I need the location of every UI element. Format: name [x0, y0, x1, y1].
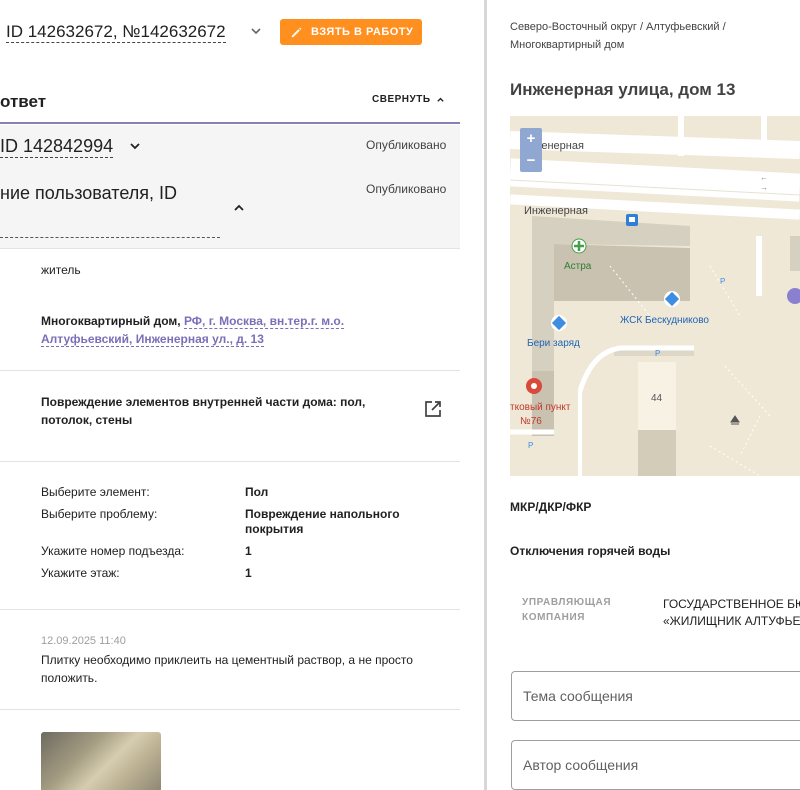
management-company-label: УПРАВЛЯЮЩАЯ КОМПАНИЯ	[522, 595, 632, 625]
user-message-underline	[0, 237, 220, 238]
repair-program-label: МКР/ДКР/ФКР	[510, 500, 592, 514]
comment-text: Плитку необходимо приклеить на цементный…	[41, 651, 451, 687]
request-panel: ID 142632672, №142632672 ВЗЯТЬ В РАБОТУ …	[0, 0, 460, 790]
object-type: Многоквартирный дом,	[41, 314, 184, 328]
collapse-label: СВЕРНУТЬ	[372, 94, 431, 105]
direction-arrow-icon: →	[760, 183, 768, 192]
map-canvas: 44 Инженерная Инженерная Астра ЖСК Беску…	[510, 116, 800, 476]
divider	[0, 461, 460, 462]
chevron-up-icon[interactable]	[232, 201, 246, 215]
response-block: ID 142842994 Опубликовано ние пользовате…	[0, 125, 460, 249]
poi-label: Астра	[564, 261, 592, 272]
response-id-link[interactable]: ID 142842994	[0, 135, 114, 158]
field-label: Выберите элемент:	[41, 485, 150, 499]
applicant-role: житель	[41, 263, 81, 277]
address-link-line2[interactable]: Алтуфьевский, Инженерная ул., д. 13	[41, 332, 264, 347]
object-address: Многоквартирный дом, РФ, г. Москва, вн.т…	[41, 312, 401, 348]
divider	[0, 370, 460, 371]
attachment-photo[interactable]	[41, 732, 161, 790]
problem-line1: Повреждение элементов внутренней части д…	[41, 395, 366, 409]
chevron-down-icon[interactable]	[128, 139, 142, 153]
zoom-out-button[interactable]: −	[520, 150, 542, 172]
problem-category: Повреждение элементов внутренней части д…	[41, 393, 401, 429]
collapse-button[interactable]: СВЕРНУТЬ	[372, 94, 445, 105]
breadcrumb-line1[interactable]: Северо-Восточный округ / Алтуфьевский /	[510, 21, 726, 33]
take-to-work-button[interactable]: ВЗЯТЬ В РАБОТУ	[280, 19, 422, 45]
status-badge: Опубликовано	[366, 182, 447, 196]
hot-water-outage-label: Отключения горячей воды	[510, 544, 671, 558]
breadcrumb-line2[interactable]: Многоквартирный дом	[510, 39, 624, 51]
parking-icon: P	[720, 277, 725, 286]
direction-arrow-icon: ←	[760, 173, 768, 182]
field-value: Повреждение напольного покрытия	[245, 507, 400, 536]
field-value: 1	[245, 566, 252, 580]
poi-label: ЖСК Бескудниково	[620, 315, 709, 326]
field-value: 1	[245, 544, 252, 558]
parking-icon: P	[528, 441, 533, 450]
field-label: Укажите номер подъезда:	[41, 544, 185, 558]
address-link-line1[interactable]: РФ, г. Москва, вн.тер.г. м.о.	[183, 314, 345, 329]
comment-line2: положить.	[41, 671, 98, 685]
uk-value-line2: «ЖИЛИЩНИК АЛТУФЬЕ	[663, 614, 800, 628]
parking-icon: P	[655, 349, 660, 358]
field-label: Выберите проблему:	[41, 507, 158, 521]
management-company-value: ГОСУДАРСТВЕННОЕ БЮ «ЖИЛИЩНИК АЛТУФЬЕ	[663, 596, 800, 630]
poi-label: Бери заряд	[527, 338, 580, 349]
field-label: Укажите этаж:	[41, 566, 120, 580]
pencil-icon	[291, 27, 302, 37]
uk-label-line1: УПРАВЛЯЮЩАЯ	[522, 597, 612, 608]
open-external-icon[interactable]	[424, 400, 442, 418]
request-header: ID 142632672, №142632672 ВЗЯТЬ В РАБОТУ	[0, 14, 460, 50]
comment-line1: Плитку необходимо приклеить на цементный…	[41, 653, 413, 667]
breadcrumb: Северо-Восточный округ / Алтуфьевский / …	[510, 18, 790, 54]
comment-timestamp: 12.09.2025 11:40	[41, 635, 126, 647]
uk-label-line2: КОМПАНИЯ	[522, 612, 586, 623]
chevron-down-icon[interactable]	[249, 24, 263, 38]
request-title[interactable]: ID 142632672, №142632672	[6, 22, 226, 43]
map[interactable]: 44 Инженерная Инженерная Астра ЖСК Беску…	[510, 116, 800, 476]
subject-input[interactable]	[512, 672, 800, 720]
author-input[interactable]	[512, 741, 800, 789]
street-label: Инженерная	[524, 205, 588, 217]
field-value: Пол	[245, 485, 269, 499]
problem-line2: потолок, стены	[41, 413, 133, 427]
building-number: 44	[651, 393, 663, 404]
uk-value-line1: ГОСУДАРСТВЕННОЕ БЮ	[663, 597, 800, 611]
answer-section-header: ответ СВЕРНУТЬ	[0, 80, 460, 124]
author-field	[511, 740, 800, 790]
poi-label: тковый пункт	[510, 402, 571, 413]
poi-label: №76	[520, 416, 542, 427]
status-badge: Опубликовано	[366, 138, 447, 152]
building-info-panel: Северо-Восточный округ / Алтуфьевский / …	[487, 0, 800, 790]
divider	[0, 609, 460, 610]
building-address-title: Инженерная улица, дом 13	[510, 80, 736, 99]
zoom-in-button[interactable]: +	[520, 128, 542, 150]
divider	[0, 709, 460, 710]
user-message-title: ние пользователя, ID	[0, 183, 177, 203]
take-to-work-label: ВЗЯТЬ В РАБОТУ	[311, 26, 414, 38]
subject-field	[511, 671, 800, 721]
chevron-up-icon	[436, 97, 444, 102]
splitter-gap	[460, 0, 484, 790]
map-zoom-control: + −	[520, 128, 542, 172]
answer-section-title: ответ	[0, 92, 47, 111]
